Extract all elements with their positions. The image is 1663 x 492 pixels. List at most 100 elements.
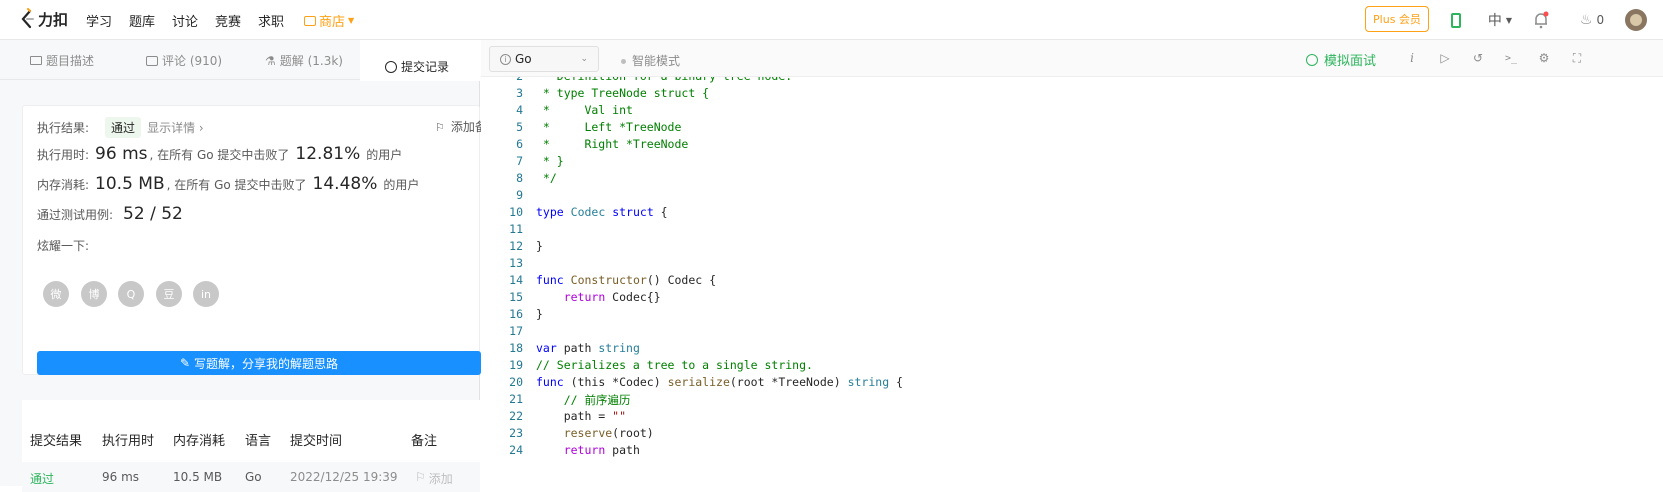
code-line[interactable]: 18 var path string	[481, 341, 640, 358]
code-line[interactable]: 6 * Right *TreeNode	[481, 137, 688, 154]
code-line[interactable]: 2 * Definition for a binary tree node.	[481, 77, 792, 86]
column-header: 提交结果	[30, 434, 83, 449]
code-line[interactable]: 14 func Constructor() Codec {	[481, 273, 716, 290]
play-icon[interactable]: ▷	[1436, 49, 1454, 67]
dot-icon	[621, 59, 626, 64]
tab-solutions[interactable]: ⚗ 题解 (1.3k)	[265, 52, 343, 69]
code-line[interactable]: 21 // 前序遍历	[481, 392, 630, 409]
code-text: // 前序遍历	[563, 393, 631, 407]
douban-icon[interactable]: 豆	[156, 281, 182, 307]
code-line[interactable]: 11	[481, 222, 536, 239]
mobile-icon[interactable]	[1445, 9, 1467, 31]
smart-mode-toggle[interactable]: 智能模式	[621, 52, 680, 69]
result-card: 执行结果: 通过 显示详情 › ⚐ 添加备 执行用时: 96 ms , 在所有 …	[22, 105, 487, 375]
code-line[interactable]: 20 func (this *Codec) serialize(root *Tre…	[481, 375, 903, 392]
bell-icon[interactable]	[1530, 9, 1552, 31]
chevron-down-icon: ▼	[348, 16, 355, 25]
leetcode-logo-icon	[21, 8, 34, 29]
submission-language: Go	[245, 470, 262, 484]
code-line[interactable]: 23 reserve(root)	[481, 426, 654, 443]
column-header: 内存消耗	[173, 434, 226, 449]
editor-panel: i Go ⌄ 智能模式 模拟面试 i ▷ ↺ >_ ⚙ ⛶ 2 * Defini…	[481, 40, 1663, 486]
nav-item-discuss[interactable]: 讨论	[172, 11, 198, 30]
tab-comments[interactable]: 评论 (910)	[146, 52, 222, 69]
line-number: 9	[516, 188, 523, 202]
submission-note-button[interactable]: ⚐ 添加	[415, 470, 453, 487]
code-line[interactable]: 4 * Val int	[481, 103, 633, 120]
code-editor[interactable]: 2 * Definition for a binary tree node.3 …	[481, 77, 1663, 486]
info-icon: i	[500, 53, 511, 65]
linkedin-icon[interactable]: in	[193, 281, 219, 307]
tab-submissions[interactable]: 提交记录	[360, 40, 480, 81]
qq-icon[interactable]: Q	[118, 281, 144, 307]
avatar[interactable]	[1625, 9, 1647, 31]
left-panel: 题目描述 评论 (910) ⚗ 题解 (1.3k) 提交记录 执行结果: 通过 …	[0, 40, 487, 492]
nav-item-contest[interactable]: 竞赛	[215, 11, 241, 30]
tests-value: 52 / 52	[123, 204, 183, 224]
code-text: * Val int	[536, 103, 633, 117]
nav-item-store[interactable]: 商店 ▼	[304, 11, 354, 30]
line-number: 6	[516, 137, 523, 151]
code-text: * }	[536, 154, 564, 168]
flask-icon: ⚗	[265, 53, 276, 68]
code-line[interactable]: 7 * }	[481, 154, 564, 171]
code-line[interactable]: 9	[481, 188, 536, 205]
store-icon	[304, 15, 316, 26]
language-switch[interactable]: 中 ▼	[1475, 9, 1525, 31]
tab-description[interactable]: 题目描述	[30, 52, 94, 69]
code-line[interactable]: 19 // Serializes a tree to a single strin…	[481, 358, 813, 375]
code-text: * type TreeNode struct {	[536, 86, 710, 100]
mock-interview-button[interactable]: 模拟面试	[1306, 50, 1376, 69]
code-text: reserve(root)	[563, 426, 654, 440]
weibo-icon[interactable]: 博	[81, 281, 107, 307]
show-details-link[interactable]: 显示详情 ›	[147, 119, 204, 136]
line-number: 19	[509, 358, 523, 372]
code-line[interactable]: 24 return path	[481, 443, 640, 460]
submission-result[interactable]: 通过	[30, 470, 54, 487]
console-icon[interactable]: >_	[1502, 49, 1520, 67]
nav-item-jobs[interactable]: 求职	[258, 11, 284, 30]
nav-item-learn[interactable]: 学习	[86, 11, 112, 30]
code-line[interactable]: 13	[481, 256, 536, 273]
info-italic-icon[interactable]: i	[1403, 49, 1421, 67]
code-line[interactable]: 22 path = ""	[481, 409, 626, 426]
code-line[interactable]: 15 return Codec{}	[481, 290, 661, 307]
language-select[interactable]: i Go ⌄	[489, 46, 599, 72]
table-row[interactable]: 通过 96 ms 10.5 MB Go 2022/12/25 19:39 ⚐ 添…	[22, 462, 480, 492]
settings-icon[interactable]: ⚙	[1535, 49, 1553, 67]
code-line[interactable]: 8 */	[481, 171, 557, 188]
logo[interactable]: 力扣	[20, 8, 68, 30]
language-label: 中	[1487, 13, 1502, 29]
logo-text: 力扣	[38, 10, 69, 29]
code-line[interactable]: 12}	[481, 239, 543, 256]
points-indicator[interactable]: ♨ 0	[1572, 9, 1612, 31]
wechat-icon[interactable]: 微	[43, 281, 69, 307]
line-number: 23	[509, 426, 523, 440]
code-line[interactable]: 16}	[481, 307, 543, 324]
write-solution-button[interactable]: ✎ 写题解，分享我的解题思路	[37, 351, 481, 375]
runtime-label: 执行用时:	[37, 148, 90, 162]
runtime-row: 执行用时: 96 ms , 在所有 Go 提交中击败了 12.81% 的用户	[37, 144, 402, 164]
clock-icon	[385, 60, 397, 73]
nav-item-problems[interactable]: 题库	[129, 11, 155, 30]
memory-label: 内存消耗:	[37, 178, 90, 192]
note-label: 添加	[428, 472, 453, 486]
plus-membership-button[interactable]: Plus 会员	[1365, 6, 1429, 32]
line-number: 7	[516, 154, 523, 168]
code-line[interactable]: 5 * Left *TreeNode	[481, 120, 681, 137]
memory-suffix: 的用户	[383, 178, 420, 192]
tests-label: 通过测试用例:	[37, 208, 114, 222]
reset-icon[interactable]: ↺	[1469, 49, 1487, 67]
line-number: 22	[509, 409, 523, 423]
line-number: 8	[516, 171, 523, 185]
code-text: */	[536, 171, 557, 185]
code-line[interactable]: 3 * type TreeNode struct {	[481, 86, 709, 103]
add-note-button[interactable]: ⚐ 添加备	[435, 118, 487, 135]
line-number: 17	[509, 324, 523, 338]
comment-icon	[146, 55, 158, 66]
code-line[interactable]: 17	[481, 324, 536, 341]
fullscreen-icon[interactable]: ⛶	[1568, 49, 1586, 67]
line-number: 14	[509, 273, 523, 287]
code-line[interactable]: 10 type Codec struct {	[481, 205, 667, 222]
